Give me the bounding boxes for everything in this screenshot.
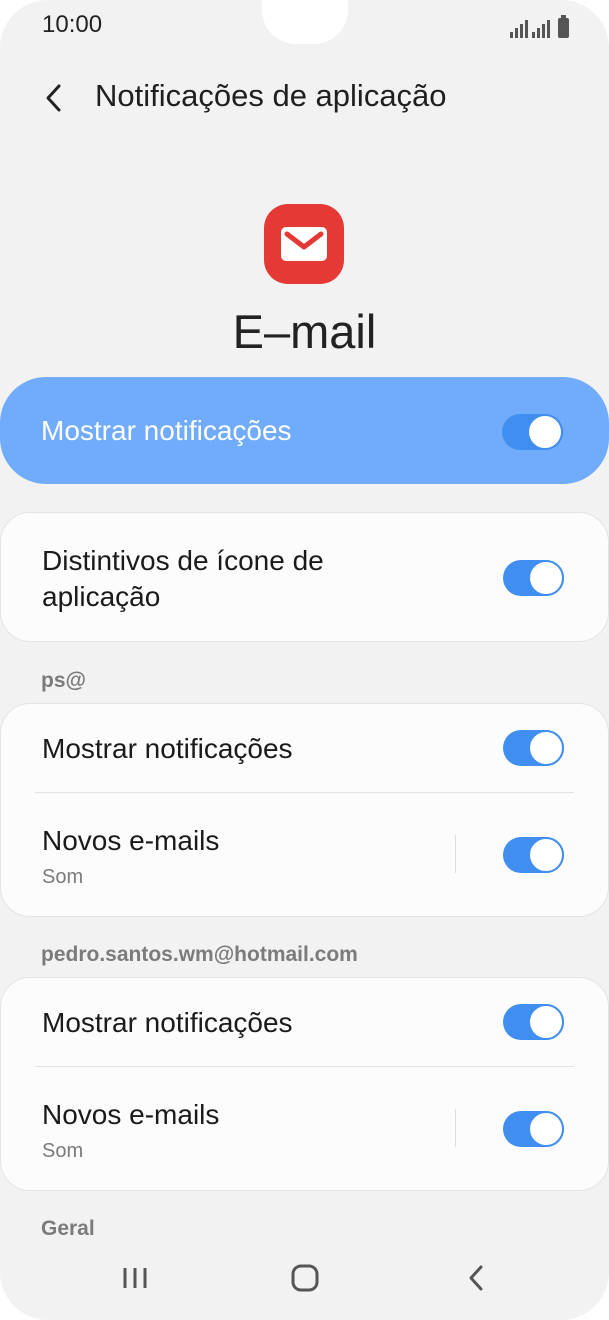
camera-notch xyxy=(262,0,348,44)
app-bar: Notificações de aplicação xyxy=(0,70,609,126)
home-button[interactable] xyxy=(265,1250,345,1306)
master-notifications-toggle[interactable] xyxy=(502,414,563,450)
recent-apps-icon xyxy=(123,1268,147,1288)
status-icons xyxy=(510,12,569,38)
new-emails-label: Novos e-mails xyxy=(42,825,220,856)
vertical-divider xyxy=(455,835,456,873)
toggle-knob xyxy=(528,730,564,766)
navigation-bar xyxy=(0,1250,609,1306)
show-notifications-label: Mostrar notificações xyxy=(42,733,293,764)
show-notifications-toggle[interactable] xyxy=(503,1004,564,1040)
badges-card: Distintivos de ícone de aplicação xyxy=(0,512,609,642)
chevron-left-icon xyxy=(46,84,61,112)
home-icon xyxy=(291,1264,319,1292)
show-notifications-toggle[interactable] xyxy=(503,730,564,766)
show-notifications-row[interactable]: Mostrar notificações xyxy=(1,704,609,793)
toggle-knob xyxy=(527,414,563,450)
status-time: 10:00 xyxy=(42,11,103,38)
new-emails-toggle[interactable] xyxy=(503,1111,564,1147)
account-card: Mostrar notificações Novos e-mails Som xyxy=(0,703,609,917)
general-header: Geral xyxy=(41,1217,95,1240)
show-notifications-label: Mostrar notificações xyxy=(42,1007,293,1038)
new-emails-subtitle: Som xyxy=(42,1140,84,1162)
account-header: ps@ xyxy=(41,669,86,692)
mail-icon xyxy=(264,204,344,284)
account-header: pedro.santos.wm@hotmail.com xyxy=(41,943,358,966)
master-notifications-label: Mostrar notificações xyxy=(41,415,292,446)
recent-apps-button[interactable] xyxy=(95,1250,175,1306)
app-name: E–mail xyxy=(232,305,377,358)
back-icon xyxy=(469,1265,483,1291)
signal-icon xyxy=(510,18,528,38)
screen: 10:00 Notificações de aplicação E–mail M… xyxy=(0,0,609,1320)
toggle-knob xyxy=(528,837,564,873)
account-card: Mostrar notificações Novos e-mails Som xyxy=(0,977,609,1191)
new-emails-toggle[interactable] xyxy=(503,837,564,873)
toggle-knob xyxy=(528,1111,564,1147)
page-title: Notificações de aplicação xyxy=(95,78,447,113)
new-emails-label: Novos e-mails xyxy=(42,1099,220,1130)
battery-icon xyxy=(558,15,569,38)
badges-label: Distintivos de ícone de aplicação xyxy=(42,545,324,612)
master-notifications-row[interactable]: Mostrar notificações xyxy=(0,377,609,484)
vertical-divider xyxy=(455,1109,456,1147)
toggle-knob xyxy=(528,560,564,596)
new-emails-row[interactable]: Novos e-mails Som xyxy=(1,1067,609,1191)
new-emails-row[interactable]: Novos e-mails Som xyxy=(1,793,609,917)
signal-icon xyxy=(532,18,550,38)
show-notifications-row[interactable]: Mostrar notificações xyxy=(1,978,609,1067)
nav-back-button[interactable] xyxy=(436,1250,516,1306)
new-emails-subtitle: Som xyxy=(42,866,84,888)
back-button[interactable] xyxy=(34,76,74,120)
toggle-knob xyxy=(528,1004,564,1040)
badges-toggle[interactable] xyxy=(503,560,564,596)
